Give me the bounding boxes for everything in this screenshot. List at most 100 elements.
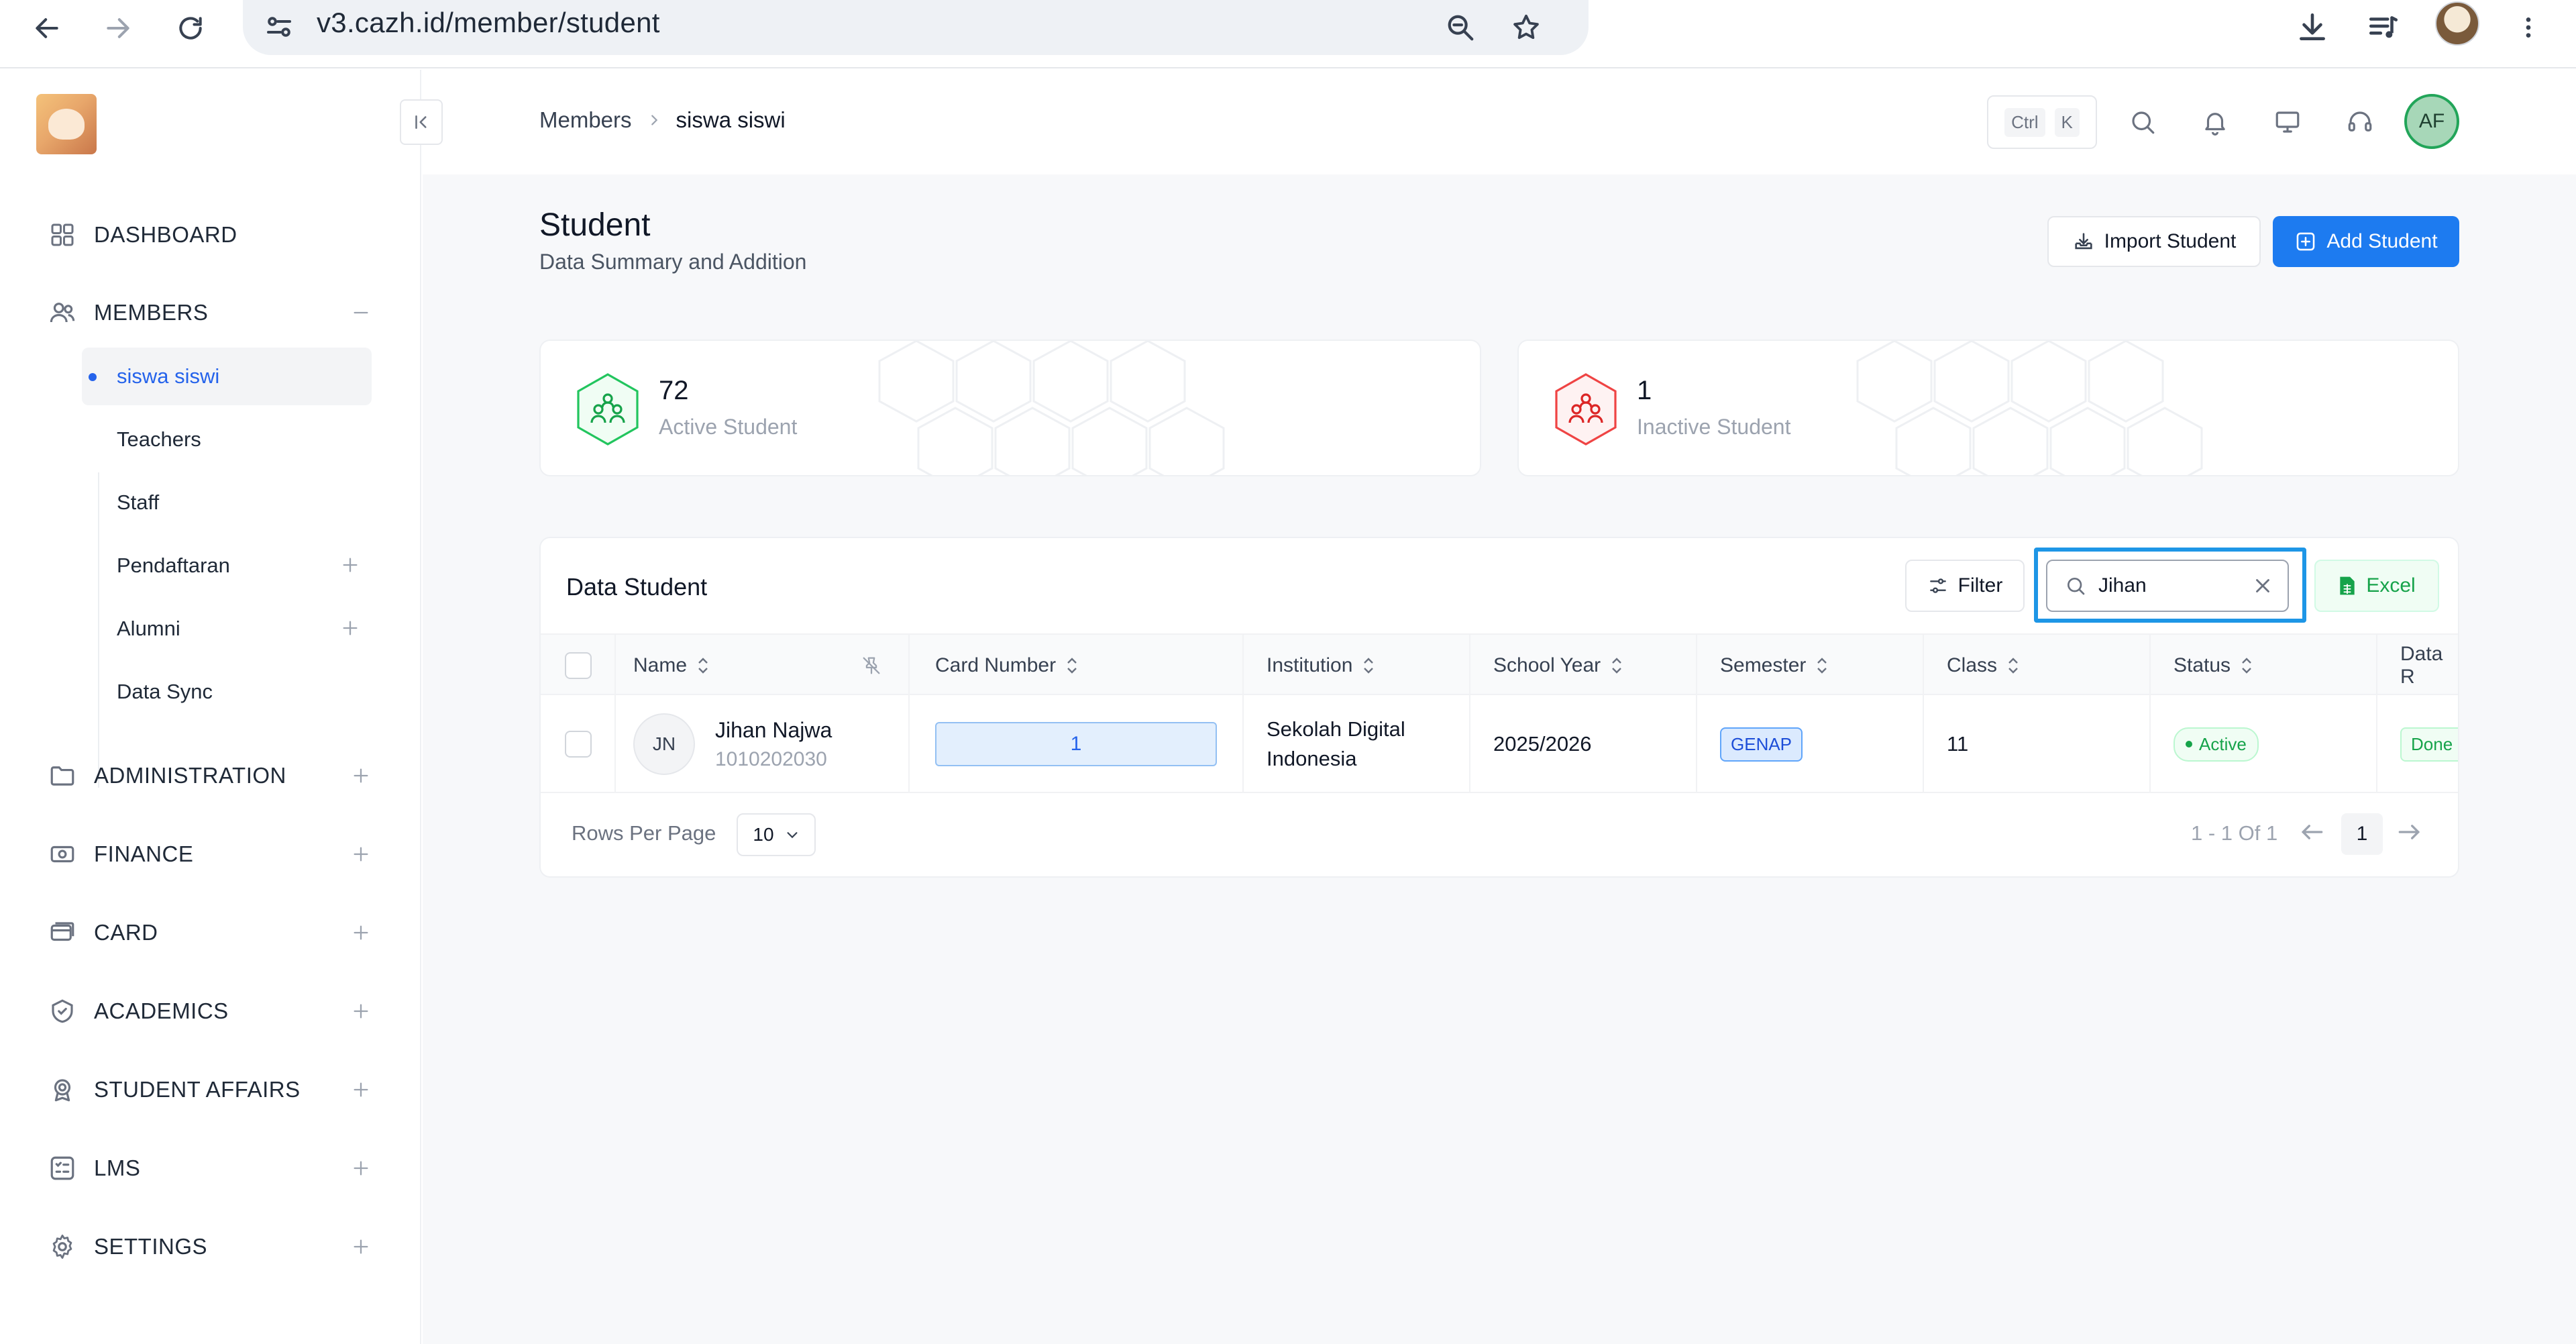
expand-plus-icon[interactable] [337, 615, 364, 641]
forward-arrow-icon[interactable] [94, 4, 142, 52]
column-header-class[interactable]: Class [1947, 635, 2020, 696]
active-student-card: 72 Active Student [539, 340, 1481, 476]
expand-plus-icon[interactable] [346, 1232, 376, 1261]
filter-button[interactable]: Filter [1905, 560, 2025, 612]
import-student-button[interactable]: Import Student [2047, 216, 2261, 267]
expand-plus-icon[interactable] [346, 1075, 376, 1104]
student-name[interactable]: Jihan Najwa [715, 718, 832, 743]
url-text[interactable]: v3.cazh.id/member/student [317, 7, 660, 39]
export-excel-button[interactable]: Excel [2314, 560, 2439, 612]
search-input[interactable] [2098, 574, 2246, 597]
rows-per-page-select[interactable]: 10 [737, 813, 816, 856]
school-year-cell: 2025/2026 [1493, 732, 1592, 756]
sidebar-subitem-data-sync[interactable]: Data Sync [82, 663, 372, 721]
breadcrumb-members-link[interactable]: Members [539, 107, 632, 133]
headset-icon[interactable] [2340, 102, 2380, 142]
next-page-arrow-icon[interactable] [2395, 817, 2424, 847]
collapse-sidebar-button[interactable] [400, 99, 443, 145]
semester-cell: GENAP [1720, 695, 1803, 793]
name-cell: JN Jihan Najwa 1010202030 [633, 695, 832, 793]
row-checkbox[interactable] [565, 731, 592, 758]
column-header-name[interactable]: Name [633, 635, 710, 696]
column-header-institution[interactable]: Institution [1267, 635, 1375, 696]
sidebar-subitem-pendaftaran[interactable]: Pendaftaran [82, 537, 372, 595]
sidebar-subitem-label: siswa siswi [117, 364, 220, 388]
excel-label: Excel [2366, 574, 2416, 597]
column-header-semester[interactable]: Semester [1720, 635, 1829, 696]
filter-label: Filter [1957, 574, 2003, 597]
expand-plus-icon[interactable] [346, 996, 376, 1026]
sort-icon[interactable] [1815, 656, 1829, 675]
site-settings-icon[interactable] [263, 11, 295, 43]
import-student-label: Import Student [2104, 230, 2237, 252]
more-vertical-icon[interactable] [2505, 4, 2552, 51]
back-arrow-icon[interactable] [23, 4, 71, 52]
address-bar[interactable]: v3.cazh.id/member/student [243, 0, 1589, 55]
grid-icon [47, 219, 78, 250]
user-avatar[interactable]: AF [2404, 94, 2459, 149]
reload-icon[interactable] [166, 4, 215, 52]
bookmark-star-icon[interactable] [1503, 4, 1550, 51]
collapse-minus-icon[interactable] [346, 298, 376, 327]
sidebar-item-administration[interactable]: ADMINISTRATION [47, 752, 376, 800]
sidebar-item-finance[interactable]: FINANCE [47, 830, 376, 878]
sidebar-item-settings[interactable]: SETTINGS [47, 1223, 376, 1271]
add-student-button[interactable]: Add Student [2273, 216, 2459, 267]
inactive-student-label: Inactive Student [1637, 415, 1791, 439]
expand-plus-icon[interactable] [346, 1153, 376, 1183]
media-queue-icon[interactable] [2360, 4, 2407, 51]
expand-plus-icon[interactable] [346, 918, 376, 947]
card-number-box[interactable]: 1 [935, 722, 1217, 766]
column-header-label: Class [1947, 654, 1998, 676]
sort-icon[interactable] [1065, 656, 1079, 675]
sort-icon[interactable] [2240, 656, 2253, 675]
inactive-student-card: 1 Inactive Student [1517, 340, 2459, 476]
column-header-status[interactable]: Status [2174, 635, 2253, 696]
select-all-checkbox[interactable] [565, 652, 592, 679]
download-icon[interactable] [2289, 4, 2336, 51]
zoom-icon[interactable] [1437, 4, 1484, 51]
expand-plus-icon[interactable] [346, 761, 376, 790]
sidebar-item-academics[interactable]: ACADEMICS [47, 987, 376, 1035]
command-palette-shortcut[interactable]: Ctrl K [1987, 95, 2097, 149]
clear-search-icon[interactable] [2251, 574, 2274, 597]
select-all-checkbox-cell [565, 635, 592, 696]
column-header-card-number[interactable]: Card Number [935, 635, 1079, 696]
sidebar-item-lms[interactable]: LMS [47, 1144, 376, 1192]
unpin-column-icon[interactable] [860, 635, 883, 696]
sidebar-subitem-staff[interactable]: Staff [82, 474, 372, 531]
sidebar-item-dashboard[interactable]: DASHBOARD [47, 211, 376, 259]
table-search[interactable] [2046, 560, 2289, 612]
column-header-school-year[interactable]: School Year [1493, 635, 1623, 696]
sidebar-item-card[interactable]: CARD [47, 909, 376, 957]
app-logo[interactable] [36, 94, 97, 154]
browser-toolbar: v3.cazh.id/member/student [0, 0, 2576, 68]
sidebar-item-student-affairs[interactable]: STUDENT AFFAIRS [47, 1066, 376, 1114]
previous-page-arrow-icon[interactable] [2297, 817, 2326, 847]
page-number-button[interactable]: 1 [2341, 813, 2383, 855]
search-icon[interactable] [2123, 102, 2163, 142]
chevron-right-icon [647, 113, 661, 127]
table-row[interactable]: JN Jihan Najwa 1010202030 1 Sekolah Digi… [541, 695, 2458, 793]
page-subtitle: Data Summary and Addition [539, 250, 807, 274]
sort-icon[interactable] [2006, 656, 2020, 675]
browser-profile-avatar[interactable] [2435, 1, 2479, 46]
sort-icon[interactable] [696, 656, 710, 675]
sidebar-subitem-teachers[interactable]: Teachers [82, 411, 372, 468]
sidebar-item-members[interactable]: MEMBERS [47, 289, 376, 337]
status-badge: Active [2174, 727, 2259, 762]
bell-icon[interactable] [2195, 102, 2235, 142]
column-header-data-r[interactable]: Data R [2400, 635, 2458, 696]
add-student-label: Add Student [2326, 230, 2438, 252]
expand-plus-icon[interactable] [337, 552, 364, 578]
sidebar-subitem-label: Alumni [117, 617, 180, 640]
sidebar-subitem-alumni[interactable]: Alumni [82, 600, 372, 658]
monitor-icon[interactable] [2267, 102, 2308, 142]
sort-icon[interactable] [1610, 656, 1623, 675]
expand-plus-icon[interactable] [346, 839, 376, 869]
sort-icon[interactable] [1362, 656, 1375, 675]
inactive-student-count: 1 [1637, 376, 1652, 405]
student-avatar: JN [633, 713, 695, 775]
hexagon-pattern [1856, 341, 2203, 475]
sidebar-subitem-siswa-siswi[interactable]: siswa siswi [82, 348, 372, 405]
